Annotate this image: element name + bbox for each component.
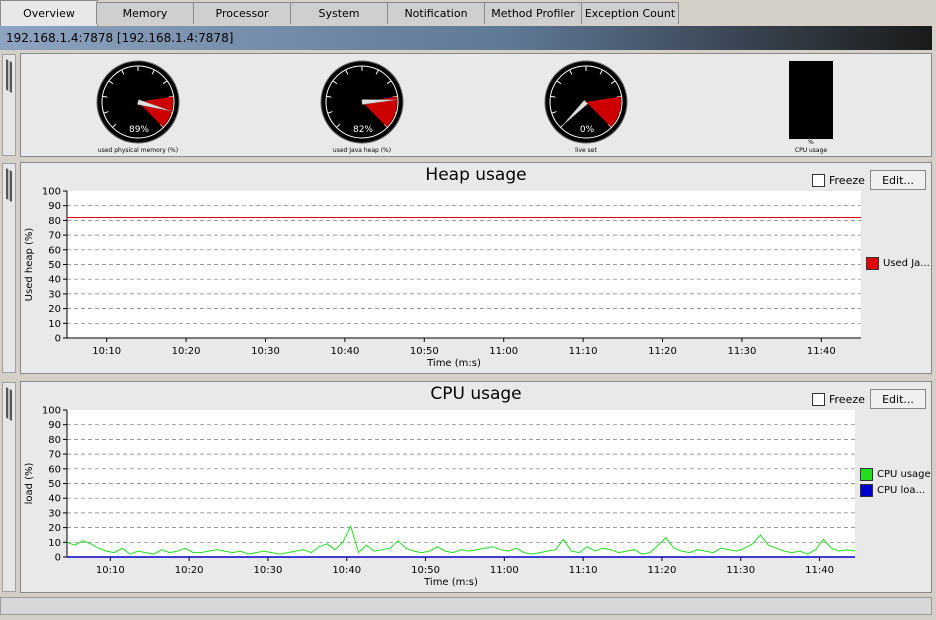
tab-method-profiler[interactable]: Method Profiler	[484, 2, 582, 24]
y-tick-label: 90	[48, 420, 61, 431]
tab-bar: Overview Memory Processor System Notific…	[0, 0, 936, 26]
x-axis-label: Time (m:s)	[426, 358, 481, 369]
y-tick-label: 40	[48, 494, 61, 505]
y-tick-label: 20	[48, 304, 61, 315]
tab-overview[interactable]: Overview	[0, 0, 98, 26]
x-tick-label: 10:10	[92, 346, 121, 357]
grip-icon	[6, 168, 12, 202]
x-tick-label: 11:00	[490, 565, 519, 576]
y-tick-label: 80	[48, 435, 61, 446]
y-tick-label: 70	[48, 450, 61, 461]
x-tick-label: 11:10	[569, 565, 598, 576]
y-tick-label: 100	[42, 187, 61, 198]
y-axis-label: load (%)	[24, 462, 35, 504]
x-tick-label: 11:00	[489, 346, 518, 357]
heap-chart-panel: Heap usage Freeze Edit... Used Ja... 0 10…	[20, 162, 932, 374]
cpu-chart-panel: CPU usage Freeze Edit... CPU usage CPU l…	[20, 381, 932, 593]
status-bar	[0, 597, 932, 615]
heap-edit-button[interactable]: Edit...	[870, 170, 926, 190]
cpu-panel-handle[interactable]	[2, 382, 16, 592]
y-tick-label: 60	[48, 464, 61, 475]
y-tick-label: 0	[55, 553, 61, 564]
gauge-live-set-value: 0%	[579, 125, 595, 135]
y-tick-label: 70	[48, 231, 61, 242]
y-tick-label: 30	[48, 289, 61, 300]
cpu-legend-usage-label: CPU usage	[877, 469, 931, 480]
x-tick-label: 10:10	[96, 565, 125, 576]
tab-memory[interactable]: Memory	[96, 2, 194, 24]
cpu-legend-item-usage: CPU usage	[860, 468, 931, 481]
x-tick-label: 11:40	[807, 346, 836, 357]
y-tick-label: 10	[48, 538, 61, 549]
x-tick-label: 11:30	[727, 346, 756, 357]
x-tick-label: 11:40	[805, 565, 834, 576]
y-tick-label: 10	[48, 319, 61, 330]
tab-system[interactable]: System	[290, 2, 388, 24]
gauge-java-heap-value: 82%	[352, 125, 373, 135]
y-tick-label: 40	[48, 275, 61, 286]
y-tick-label: 0	[55, 334, 61, 345]
cpu-meter-bar	[789, 61, 833, 139]
overview-panel-handle[interactable]	[2, 54, 16, 156]
x-tick-label: 10:50	[411, 565, 440, 576]
connection-title: 192.168.1.4:7878 [192.168.1.4:7878]	[6, 31, 234, 45]
x-tick-label: 10:20	[172, 346, 201, 357]
cpu-legend-load-label: CPU loa...	[877, 485, 926, 496]
gauge-java-heap-label: used Java heap (%)	[332, 147, 392, 154]
x-tick-label: 10:20	[175, 565, 204, 576]
y-tick-label: 50	[48, 479, 61, 490]
x-tick-label: 11:30	[726, 565, 755, 576]
cpu-edit-button[interactable]: Edit...	[870, 389, 926, 409]
tab-exception-count[interactable]: Exception Count	[581, 2, 679, 24]
y-tick-label: 60	[48, 245, 61, 256]
y-tick-label: 20	[48, 523, 61, 534]
y-tick-label: 50	[48, 260, 61, 271]
heap-panel-handle[interactable]	[2, 163, 16, 373]
y-tick-label: 80	[48, 216, 61, 227]
tab-notification[interactable]: Notification	[387, 2, 485, 24]
gauge-physical-memory-label: used physical memory (%)	[97, 147, 179, 154]
x-tick-label: 10:50	[410, 346, 439, 357]
x-tick-label: 10:30	[251, 346, 280, 357]
x-tick-label: 11:20	[648, 565, 677, 576]
connection-title-bar: 192.168.1.4:7878 [192.168.1.4:7878]	[0, 26, 932, 50]
x-tick-label: 10:30	[254, 565, 283, 576]
heap-chart-plot: 0 10 20 30 40 50 60 70 80 90 100 10:10 10:20 10:30 10:…	[24, 187, 861, 369]
y-tick-label: 90	[48, 201, 61, 212]
heap-legend-item: Used Ja...	[866, 257, 930, 270]
cpu-chart-plot: 0 10 20 30 40 50 60 70 80 90 100 10:10 10:20 10:30 10:…	[24, 406, 856, 588]
y-axis-label: Used heap (%)	[24, 228, 35, 302]
grip-icon	[6, 59, 12, 93]
x-tick-label: 10:40	[332, 565, 361, 576]
gauge-live-set-label: live set	[575, 147, 597, 154]
cpu-meter-label: CPU usage	[794, 147, 828, 154]
x-tick-label: 10:40	[330, 346, 359, 357]
legend-swatch-icon	[866, 257, 879, 270]
x-axis-label: Time (m:s)	[423, 577, 478, 588]
gauge-physical-memory-value: 89%	[128, 125, 149, 135]
y-tick-label: 100	[42, 406, 61, 417]
y-tick-label: 30	[48, 508, 61, 519]
heap-legend-label: Used Ja...	[883, 258, 930, 269]
x-tick-label: 11:10	[569, 346, 598, 357]
overview-panel: 89% 82% 0% used physical memory (%) used…	[20, 53, 932, 157]
x-tick-label: 11:20	[648, 346, 677, 357]
grip-icon	[6, 387, 12, 421]
tab-processor[interactable]: Processor	[193, 2, 291, 24]
cpu-meter-value: %	[808, 139, 814, 146]
cpu-legend-item-load: CPU loa...	[860, 484, 925, 497]
